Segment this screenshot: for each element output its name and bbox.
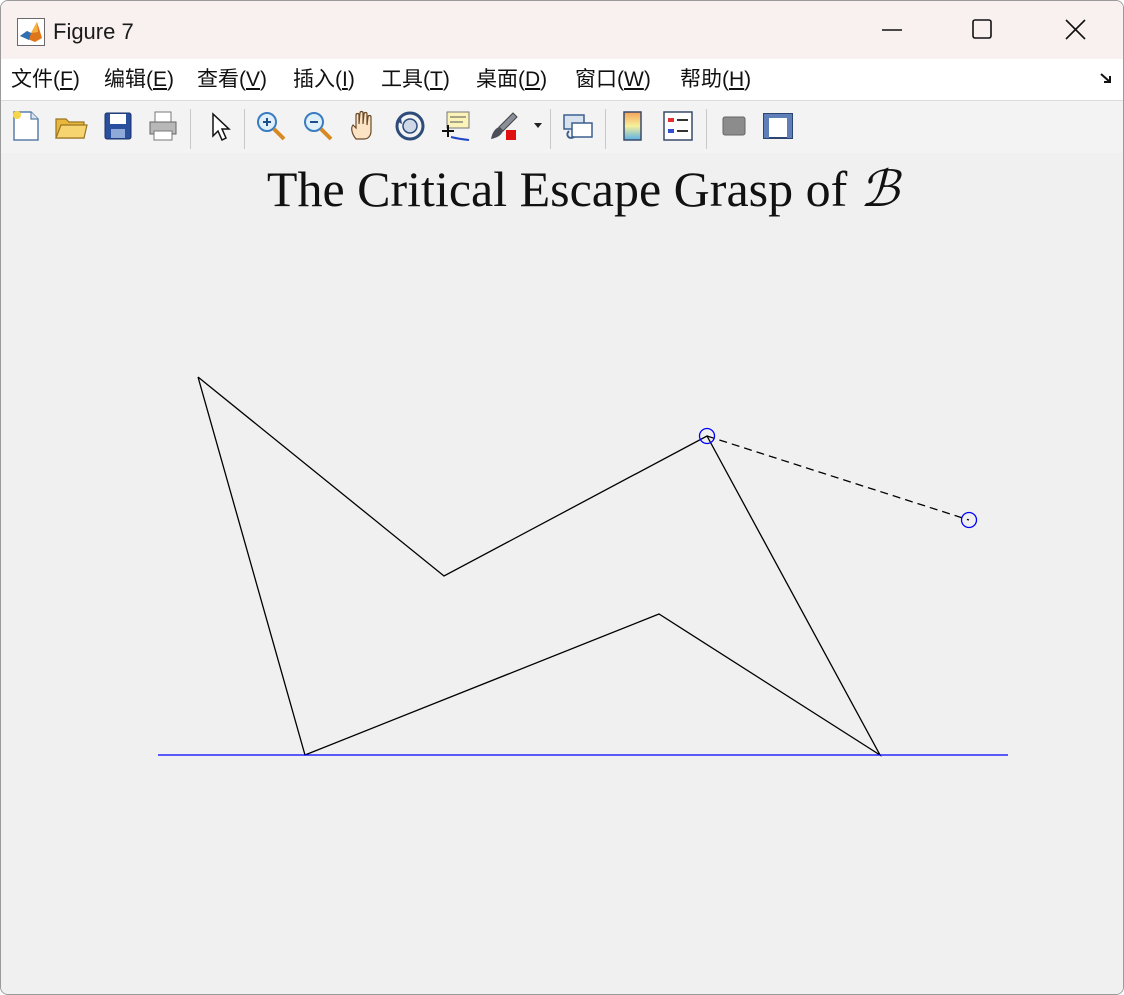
figure-window: Figure 7 文件(F) 编辑(E) 查看(V) 插入(I) 工具(T) 桌…: [0, 0, 1124, 995]
polygon-outline-line: [197, 376, 882, 757]
plot-axes: [158, 376, 1008, 757]
